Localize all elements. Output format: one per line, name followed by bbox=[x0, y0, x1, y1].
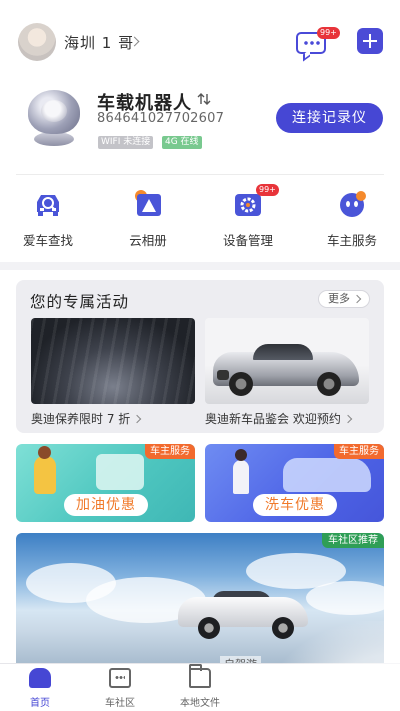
connect-recorder-button[interactable]: 连接记录仪 bbox=[276, 103, 383, 133]
community-icon bbox=[109, 668, 131, 688]
corner-overlay bbox=[270, 621, 400, 711]
shortcut-device-management[interactable]: 99+ 设备管理 bbox=[208, 184, 288, 248]
tab-community[interactable]: 车社区 bbox=[90, 668, 150, 710]
carwash-discount-card[interactable]: 车主服务 洗车优惠 bbox=[205, 444, 384, 522]
signal-icon bbox=[197, 93, 211, 105]
promo-caption-text: 奥迪保养限时 7 折 bbox=[31, 412, 131, 426]
tab-label: 首页 bbox=[30, 698, 50, 709]
shortcut-owner-service[interactable]: 车主服务 bbox=[312, 186, 392, 248]
chevron-right-icon bbox=[133, 414, 142, 424]
community-recommend-tag: 车社区推荐 bbox=[322, 533, 384, 548]
wifi-status-tag: WIFI 未连接 bbox=[98, 136, 154, 149]
promo-caption-maintenance[interactable]: 奥迪保养限时 7 折 bbox=[31, 410, 142, 427]
shortcut-label: 爱车查找 bbox=[22, 233, 73, 248]
shortcut-label: 云相册 bbox=[129, 233, 167, 248]
tab-home[interactable]: 首页 bbox=[10, 668, 70, 710]
divider bbox=[16, 174, 384, 175]
fuel-discount-button[interactable]: 加油优惠 bbox=[64, 494, 148, 516]
user-name[interactable]: 海圳 1 哥 bbox=[64, 32, 134, 53]
promo-caption-text: 奥迪新车品鉴会 欢迎预约 bbox=[205, 412, 341, 426]
promo-image-engine[interactable] bbox=[31, 318, 195, 404]
more-label: 更多 bbox=[328, 292, 350, 305]
activities-title: 您的专属活动 bbox=[30, 293, 130, 311]
device-id: 864641027702607 bbox=[97, 111, 225, 126]
promo-caption-new-car[interactable]: 奥迪新车品鉴会 欢迎预约 bbox=[205, 410, 353, 427]
robot-device-image bbox=[24, 90, 84, 152]
add-icon[interactable] bbox=[357, 28, 383, 54]
tab-local-files[interactable]: 本地文件 bbox=[170, 664, 230, 710]
device-badge: 99+ bbox=[256, 184, 279, 196]
fuel-discount-card[interactable]: 车主服务 加油优惠 bbox=[16, 444, 195, 522]
tab-label: 本地文件 bbox=[180, 698, 220, 709]
folder-icon bbox=[189, 664, 211, 688]
shortcut-label: 设备管理 bbox=[222, 233, 273, 248]
car-search-icon bbox=[37, 195, 59, 216]
network-status-tag: 4G 在线 bbox=[162, 136, 202, 149]
service-tag: 车主服务 bbox=[334, 444, 384, 459]
owner-service-icon bbox=[340, 191, 366, 217]
carwash-discount-button[interactable]: 洗车优惠 bbox=[253, 494, 337, 516]
chevron-right-icon bbox=[343, 414, 353, 424]
home-icon bbox=[29, 668, 51, 688]
more-button[interactable]: 更多 bbox=[318, 290, 370, 308]
message-badge: 99+ bbox=[317, 27, 340, 39]
section-separator bbox=[0, 262, 400, 270]
cloud-album-icon bbox=[135, 190, 161, 216]
user-avatar[interactable] bbox=[18, 23, 56, 61]
chevron-right-icon bbox=[352, 294, 362, 304]
shortcut-label: 车主服务 bbox=[326, 233, 377, 248]
tab-label: 车社区 bbox=[105, 698, 135, 709]
shortcut-car-search[interactable]: 爱车查找 bbox=[8, 186, 88, 248]
service-tag: 车主服务 bbox=[145, 444, 195, 459]
promo-image-audi[interactable] bbox=[205, 318, 369, 404]
shortcut-cloud-album[interactable]: 云相册 bbox=[108, 186, 188, 248]
